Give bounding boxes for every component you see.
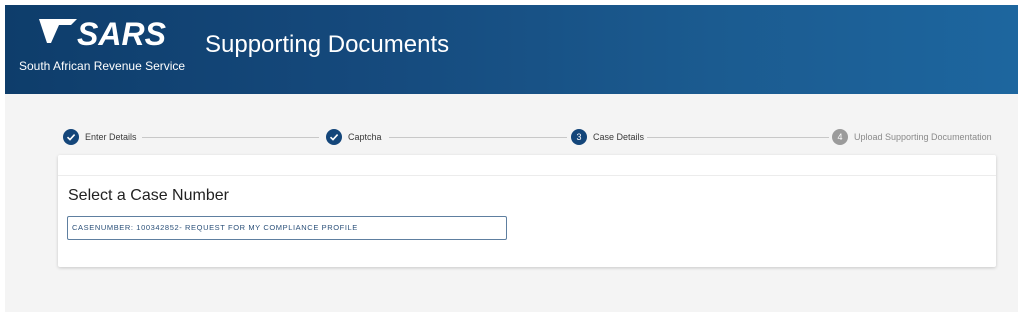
- step-case-details[interactable]: 3 Case Details: [571, 127, 644, 147]
- page-frame: SARS South African Revenue Service Suppo…: [5, 5, 1018, 312]
- check-icon: [326, 129, 342, 145]
- logo-subtitle: South African Revenue Service: [19, 59, 186, 73]
- page-title: Supporting Documents: [205, 31, 450, 58]
- sars-logo: SARS: [39, 16, 167, 51]
- step-upload-documents[interactable]: 4 Upload Supporting Documentation: [832, 127, 992, 147]
- card-divider: [58, 155, 996, 176]
- step-label: Enter Details: [85, 132, 137, 142]
- case-selection-card: Select a Case Number CASENUMBER: 1003428…: [58, 155, 996, 267]
- step-connector: [142, 137, 319, 138]
- logo-wordmark: SARS: [77, 16, 167, 51]
- header-banner: SARS South African Revenue Service Suppo…: [5, 5, 1018, 94]
- step-label: Captcha: [348, 132, 382, 142]
- step-connector: [647, 137, 829, 138]
- check-icon: [63, 129, 79, 145]
- step-number-badge: 3: [571, 129, 587, 145]
- card-title: Select a Case Number: [68, 187, 229, 204]
- step-connector: [389, 137, 567, 138]
- step-enter-details[interactable]: Enter Details: [63, 127, 137, 147]
- step-number-badge: 4: [832, 129, 848, 145]
- case-number-select[interactable]: CASENUMBER: 100342852- REQUEST FOR MY CO…: [67, 216, 507, 240]
- step-label: Case Details: [593, 132, 645, 142]
- step-captcha[interactable]: Captcha: [326, 127, 382, 147]
- selected-case-value: CASENUMBER: 100342852- REQUEST FOR MY CO…: [72, 223, 358, 232]
- step-label: Upload Supporting Documentation: [854, 132, 992, 142]
- progress-stepper: Enter Details Captcha 3 Case Details 4 U…: [5, 127, 1018, 147]
